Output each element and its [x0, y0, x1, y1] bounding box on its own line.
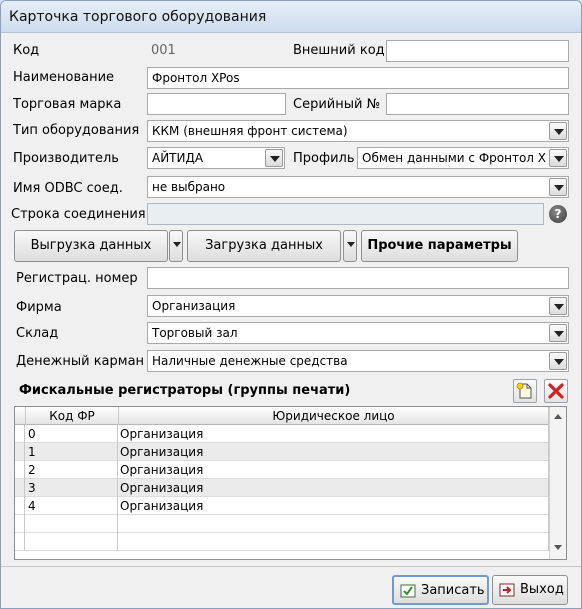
- chevron-down-icon[interactable]: [549, 324, 567, 342]
- download-data-button[interactable]: Загрузка данных: [187, 230, 341, 262]
- odbc-value: не выбрано: [152, 180, 226, 194]
- table-row-empty[interactable]: [15, 515, 549, 533]
- cash-pocket-label: Денежный карман: [16, 354, 145, 369]
- name-input[interactable]: Фронтол XPos: [147, 67, 569, 89]
- table-row[interactable]: 1 Организация: [15, 443, 549, 461]
- scroll-down-arrow-icon[interactable]: [554, 545, 562, 550]
- reg-number-input[interactable]: [147, 267, 569, 289]
- firm-select[interactable]: Организация: [147, 295, 569, 317]
- chevron-down-icon[interactable]: [549, 122, 567, 140]
- column-header-code[interactable]: Код ФР: [26, 407, 119, 425]
- cell-entity: [118, 533, 549, 551]
- profile-label: Профиль: [293, 151, 355, 166]
- maker-select[interactable]: АЙТИДА: [147, 147, 285, 169]
- table-row[interactable]: 4 Организация: [15, 497, 549, 515]
- delete-button[interactable]: [544, 379, 568, 403]
- external-code-label: Внешний код: [293, 43, 385, 58]
- cell-entity: Организация: [118, 461, 549, 479]
- cell-code: 3: [25, 479, 118, 497]
- firm-label: Фирма: [16, 300, 62, 315]
- other-params-button[interactable]: Прочие параметры: [361, 230, 518, 262]
- row-marker: [15, 497, 25, 515]
- exit-button-label: Выход: [520, 582, 564, 597]
- fiscal-section-title: Фискальные регистраторы (группы печати): [19, 383, 351, 398]
- add-button[interactable]: [513, 379, 537, 403]
- name-label: Наименование: [13, 70, 115, 85]
- connection-string-label: Строка соединения: [11, 207, 146, 222]
- save-button[interactable]: Записать: [392, 575, 489, 605]
- store-value: Торговый зал: [152, 326, 238, 340]
- equipment-type-select[interactable]: ККМ (внешняя фронт система): [147, 120, 569, 142]
- chevron-down-icon[interactable]: [549, 149, 567, 167]
- cell-entity: [118, 515, 549, 533]
- code-value: 001: [151, 43, 176, 58]
- profile-value: Обмен данными с Фронтол X: [362, 151, 547, 165]
- row-marker: [15, 515, 25, 533]
- table-row[interactable]: 0 Организация: [15, 425, 549, 443]
- table-row-empty[interactable]: [15, 533, 549, 551]
- add-document-icon: [516, 382, 532, 399]
- row-marker: [15, 461, 25, 479]
- table-row[interactable]: 3 Организация: [15, 479, 549, 497]
- row-marker-header: [15, 407, 26, 425]
- chevron-down-icon[interactable]: [549, 297, 567, 315]
- chevron-down-icon[interactable]: [265, 149, 283, 167]
- download-dropdown-arrow-icon[interactable]: [343, 230, 357, 262]
- cash-pocket-select[interactable]: Наличные денежные средства: [147, 350, 569, 372]
- chevron-down-icon[interactable]: [549, 178, 567, 196]
- row-marker: [15, 425, 25, 443]
- cash-pocket-value: Наличные денежные средства: [152, 354, 348, 368]
- cell-code: [25, 515, 118, 533]
- reg-number-label: Регистрац. номер: [16, 271, 138, 286]
- serial-label: Серийный №: [293, 97, 381, 112]
- firm-value: Организация: [152, 299, 236, 313]
- save-button-label: Записать: [421, 583, 485, 598]
- cell-code: 2: [25, 461, 118, 479]
- dialog-footer: Записать Выход: [1, 566, 581, 608]
- serial-input[interactable]: [386, 93, 569, 115]
- cell-code: [25, 533, 118, 551]
- table-header: Код ФР Юридическое лицо: [15, 407, 566, 425]
- cell-entity: Организация: [118, 479, 549, 497]
- cell-code: 0: [25, 425, 118, 443]
- help-icon[interactable]: ?: [549, 205, 567, 223]
- table-vertical-scrollbar[interactable]: [549, 407, 566, 559]
- brand-input[interactable]: [147, 93, 286, 115]
- store-label: Склад: [16, 326, 59, 341]
- maker-value: АЙТИДА: [152, 151, 204, 165]
- table-row[interactable]: 2 Организация: [15, 461, 549, 479]
- equipment-type-value: ККМ (внешняя фронт система): [152, 124, 348, 138]
- window-title: Карточка торгового оборудования: [9, 9, 267, 25]
- profile-select[interactable]: Обмен данными с Фронтол X: [357, 147, 569, 169]
- exit-icon: [499, 583, 515, 597]
- cell-entity: Организация: [118, 497, 549, 515]
- row-marker: [15, 533, 25, 551]
- maker-label: Производитель: [13, 151, 119, 166]
- cell-entity: Организация: [118, 425, 549, 443]
- title-bar: Карточка торгового оборудования: [1, 1, 581, 33]
- cell-code: 4: [25, 497, 118, 515]
- exit-button[interactable]: Выход: [492, 575, 568, 605]
- fiscal-registers-table[interactable]: Код ФР Юридическое лицо 0 Организация 1 …: [14, 406, 567, 560]
- cell-code: 1: [25, 443, 118, 461]
- equipment-type-label: Тип оборудования: [13, 123, 140, 138]
- delete-x-icon: [548, 383, 564, 399]
- row-marker: [15, 443, 25, 461]
- chevron-down-icon[interactable]: [549, 352, 567, 370]
- cell-entity: Организация: [118, 443, 549, 461]
- brand-label: Торговая марка: [13, 97, 122, 112]
- save-icon: [400, 584, 416, 598]
- upload-dropdown-arrow-icon[interactable]: [169, 230, 183, 262]
- equipment-card-window: Карточка торгового оборудования Код 001 …: [0, 0, 582, 609]
- code-label: Код: [13, 43, 40, 58]
- odbc-select[interactable]: не выбрано: [147, 176, 569, 198]
- store-select[interactable]: Торговый зал: [147, 322, 569, 344]
- odbc-label: Имя ODBC соед.: [13, 181, 123, 196]
- scroll-up-arrow-icon[interactable]: [554, 414, 562, 419]
- external-code-input[interactable]: [386, 40, 569, 62]
- row-marker: [15, 479, 25, 497]
- column-header-entity[interactable]: Юридическое лицо: [119, 407, 549, 425]
- upload-data-button[interactable]: Выгрузка данных: [14, 230, 168, 262]
- connection-string-input: [147, 203, 544, 225]
